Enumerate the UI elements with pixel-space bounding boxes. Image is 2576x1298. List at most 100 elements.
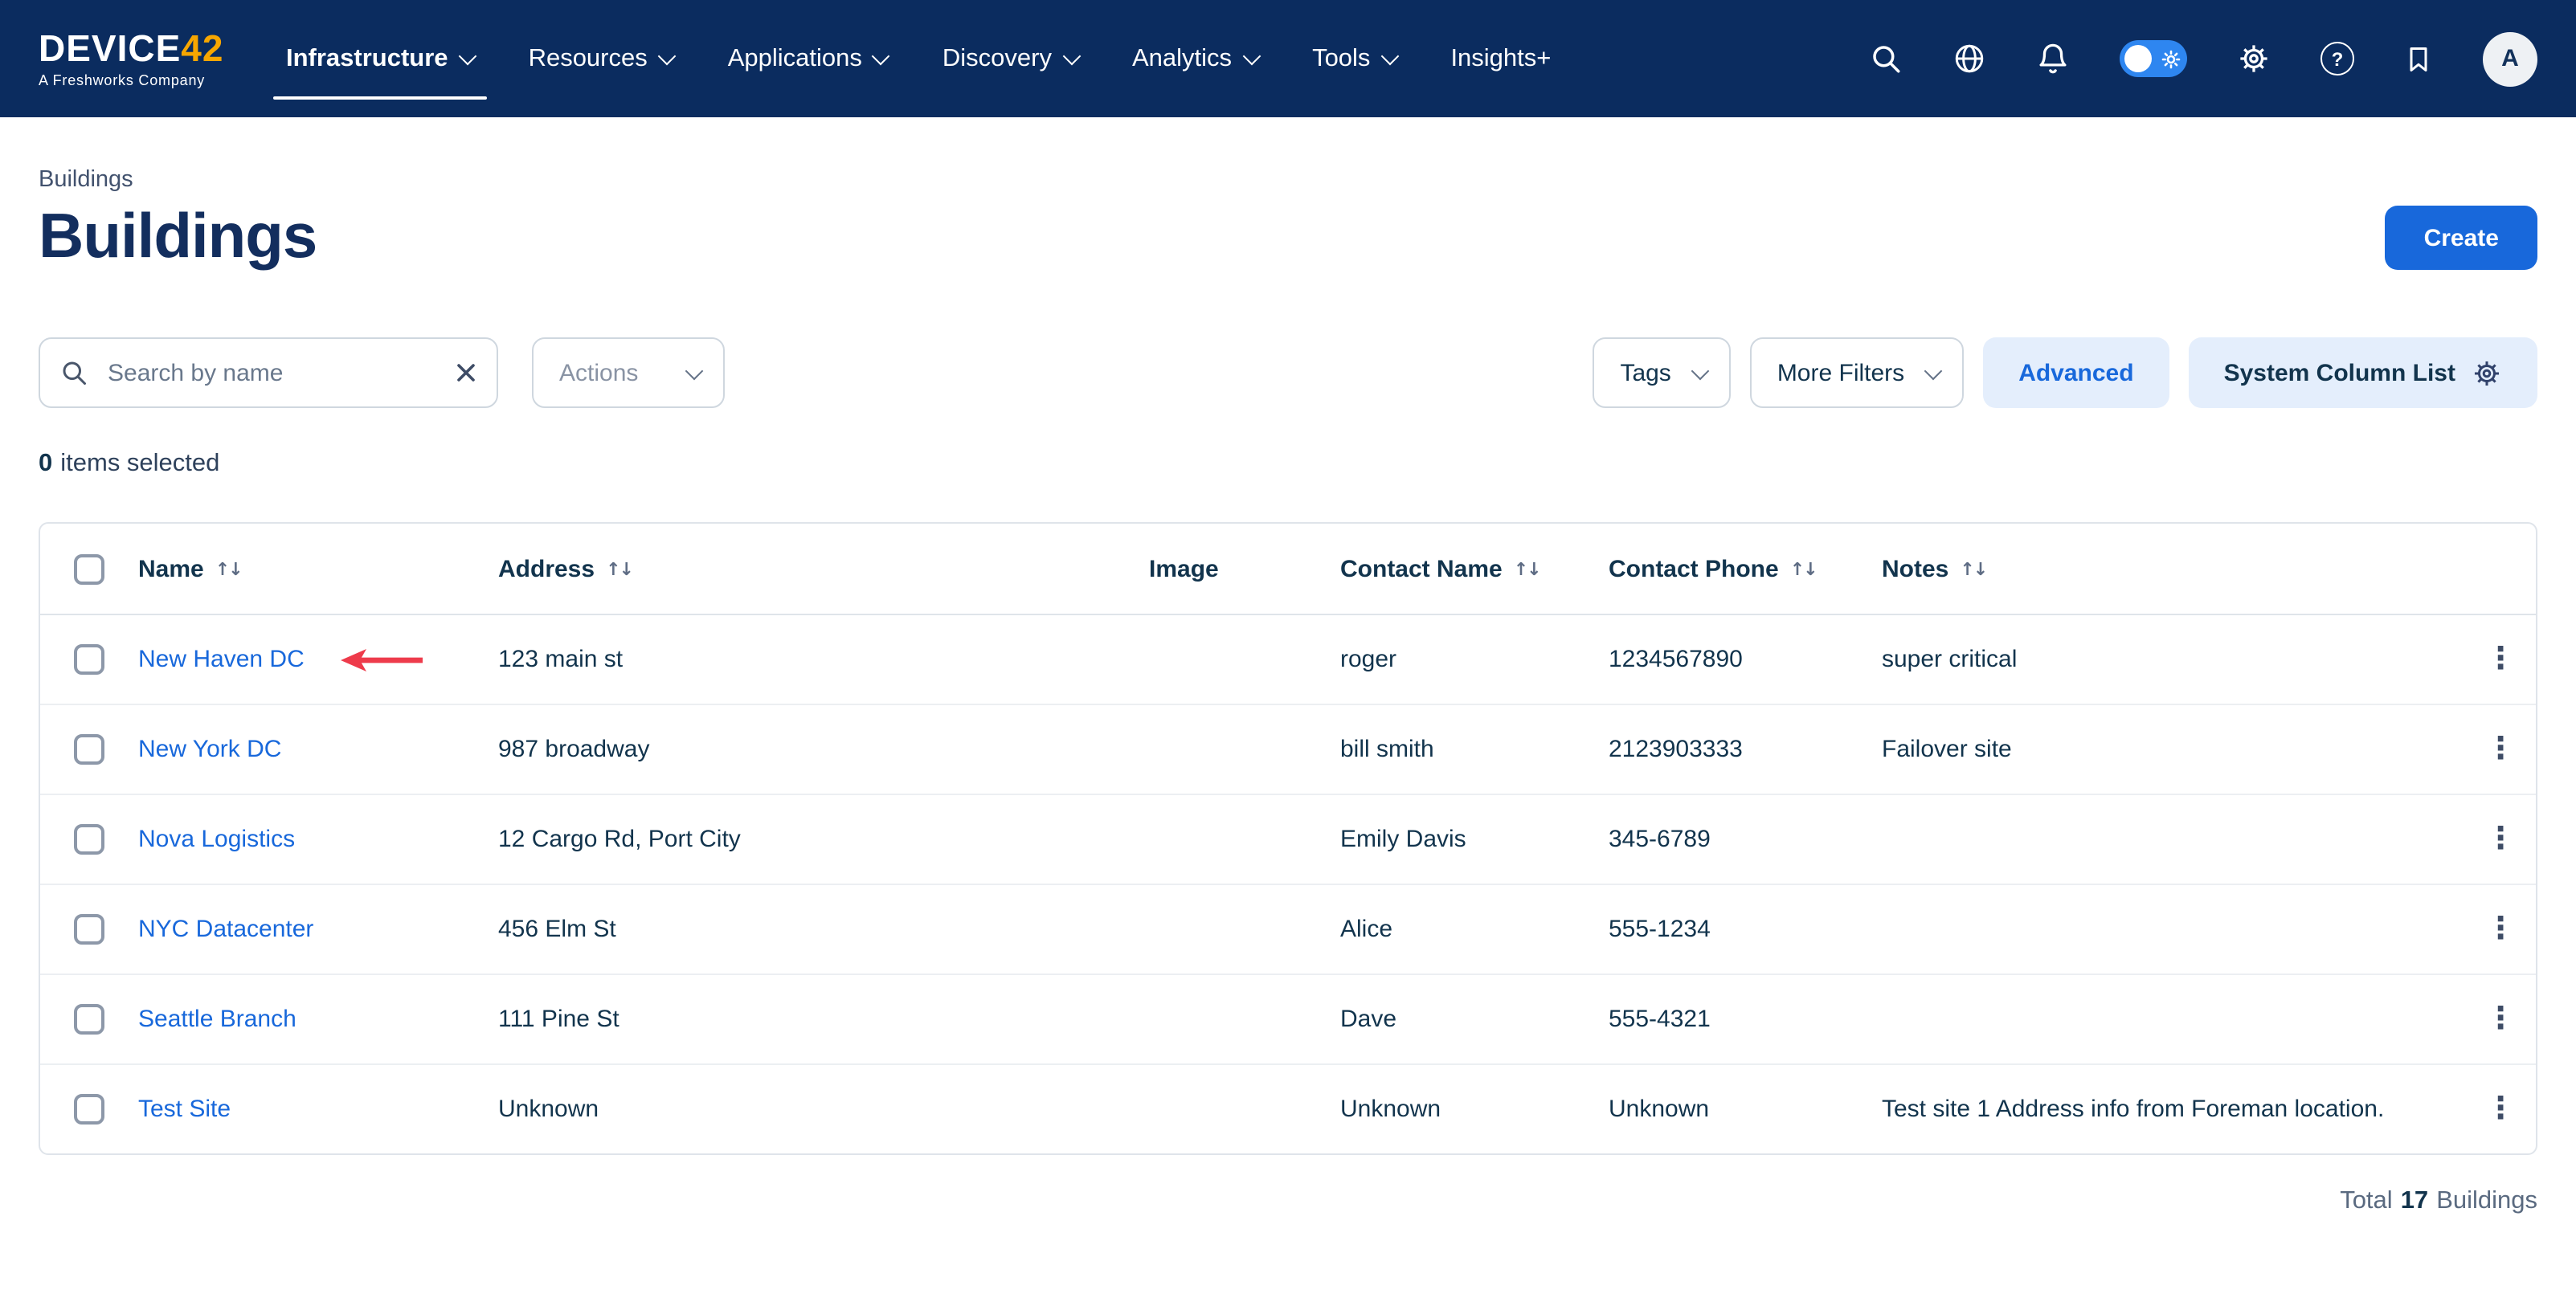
- total-entity: Buildings: [2436, 1187, 2537, 1216]
- row-checkbox-cell: [40, 1094, 138, 1125]
- search-input[interactable]: [104, 357, 439, 388]
- total-value: 17: [2401, 1187, 2429, 1216]
- column-header-notes[interactable]: Notes ↑↓: [1882, 555, 2465, 582]
- address-cell: 12 Cargo Rd, Port City: [498, 826, 1149, 853]
- tags-label: Tags: [1620, 359, 1670, 386]
- contact-phone-cell: 1234567890: [1609, 646, 1882, 673]
- row-checkbox[interactable]: [74, 1094, 104, 1125]
- search-icon[interactable]: [1869, 42, 1903, 76]
- nav-item-discovery[interactable]: Discovery: [942, 0, 1077, 117]
- sun-icon: [2161, 49, 2181, 68]
- chevron-down-icon: [1062, 47, 1081, 65]
- help-icon[interactable]: ?: [2320, 42, 2354, 76]
- nav-item-insights[interactable]: Insights+: [1450, 0, 1551, 117]
- primary-nav: Infrastructure Resources Applications Di…: [286, 0, 1551, 117]
- row-menu-button[interactable]: ⋮: [2485, 914, 2516, 945]
- selection-count-value: 0: [39, 450, 52, 479]
- contact-name-cell: Unknown: [1340, 1096, 1609, 1123]
- column-header-image[interactable]: Image: [1149, 555, 1340, 582]
- row-checkbox[interactable]: [74, 824, 104, 855]
- nav-item-tools[interactable]: Tools: [1312, 0, 1396, 117]
- row-checkbox-cell: [40, 914, 138, 945]
- chevron-down-icon: [685, 362, 704, 381]
- row-menu-cell: ⋮: [2465, 914, 2536, 945]
- column-header-contact-phone[interactable]: Contact Phone ↑↓: [1609, 555, 1882, 582]
- select-all-checkbox[interactable]: [74, 553, 104, 584]
- device42-logo[interactable]: DEVICE42 A Freshworks Company: [39, 30, 244, 88]
- row-menu-button[interactable]: ⋮: [2485, 1094, 2516, 1125]
- address-cell: 111 Pine St: [498, 1006, 1149, 1033]
- advanced-button[interactable]: Advanced: [1983, 337, 2169, 408]
- row-menu-cell: ⋮: [2465, 644, 2536, 675]
- sort-icon[interactable]: ↑↓: [1514, 558, 1540, 579]
- system-column-list-button[interactable]: System Column List: [2189, 337, 2537, 408]
- row-menu-button[interactable]: ⋮: [2485, 824, 2516, 855]
- logo-tagline: A Freshworks Company: [39, 71, 244, 88]
- nav-item-applications[interactable]: Applications: [728, 0, 888, 117]
- header-checkbox-cell: [40, 553, 138, 584]
- column-header-address[interactable]: Address ↑↓: [498, 555, 1149, 582]
- column-header-contact-name[interactable]: Contact Name ↑↓: [1340, 555, 1609, 582]
- notes-cell: Test site 1 Address info from Foreman lo…: [1882, 1096, 2465, 1123]
- building-name-link[interactable]: Test Site: [138, 1096, 231, 1123]
- total-count: Total 17 Buildings: [39, 1187, 2537, 1216]
- question-mark: ?: [2320, 42, 2354, 76]
- notifications-bell-icon[interactable]: [2036, 42, 2070, 76]
- notes-cell: Failover site: [1882, 736, 2465, 763]
- row-checkbox[interactable]: [74, 734, 104, 765]
- create-button[interactable]: Create: [2386, 206, 2537, 270]
- system-column-list-label: System Column List: [2224, 359, 2455, 386]
- tags-dropdown[interactable]: Tags: [1593, 337, 1730, 408]
- building-name-link[interactable]: Nova Logistics: [138, 826, 295, 853]
- row-menu-button[interactable]: ⋮: [2485, 734, 2516, 765]
- sort-icon[interactable]: ↑↓: [1790, 558, 1817, 579]
- building-name-link[interactable]: Seattle Branch: [138, 1006, 296, 1033]
- sort-icon[interactable]: ↑↓: [215, 558, 242, 579]
- chevron-down-icon: [1380, 47, 1399, 65]
- selection-count: 0 items selected: [39, 450, 2537, 479]
- building-name-link[interactable]: New York DC: [138, 736, 281, 763]
- column-header-name[interactable]: Name ↑↓: [138, 555, 498, 582]
- sort-icon[interactable]: ↑↓: [1960, 558, 1986, 579]
- sort-icon[interactable]: ↑↓: [606, 558, 632, 579]
- row-menu-button[interactable]: ⋮: [2485, 644, 2516, 675]
- table-row: Seattle Branch 111 Pine St Dave 555-4321…: [40, 975, 2536, 1065]
- selection-count-suffix: items selected: [60, 450, 219, 479]
- row-checkbox[interactable]: [74, 914, 104, 945]
- contact-name-cell: Dave: [1340, 1006, 1609, 1033]
- breadcrumb[interactable]: Buildings: [39, 167, 133, 193]
- notes-cell: super critical: [1882, 646, 2465, 673]
- contact-phone-cell: 555-4321: [1609, 1006, 1882, 1033]
- nav-item-resources[interactable]: Resources: [529, 0, 673, 117]
- row-menu-button[interactable]: ⋮: [2485, 1004, 2516, 1035]
- user-avatar[interactable]: A: [2483, 31, 2537, 86]
- total-label: Total: [2340, 1187, 2393, 1216]
- actions-label: Actions: [559, 359, 638, 386]
- settings-gear-icon[interactable]: [2237, 42, 2271, 76]
- actions-dropdown[interactable]: Actions: [532, 337, 725, 408]
- name-cell: Nova Logistics: [138, 826, 498, 853]
- name-cell: Test Site: [138, 1096, 498, 1123]
- building-name-link[interactable]: New Haven DC: [138, 646, 305, 673]
- nav-item-analytics[interactable]: Analytics: [1132, 0, 1257, 117]
- chevron-down-icon: [458, 47, 476, 65]
- contact-phone-cell: Unknown: [1609, 1096, 1882, 1123]
- annotation-arrow: [340, 647, 427, 672]
- table-row: New Haven DC 123 main st roger 123456789…: [40, 615, 2536, 705]
- nav-item-infrastructure[interactable]: Infrastructure: [286, 0, 474, 117]
- globe-icon[interactable]: [1952, 42, 1986, 76]
- chevron-down-icon: [873, 47, 891, 65]
- bookmark-icon[interactable]: [2404, 43, 2433, 75]
- building-name-link[interactable]: NYC Datacenter: [138, 916, 313, 943]
- row-checkbox-cell: [40, 824, 138, 855]
- navbar-actions: ? A: [1869, 31, 2537, 86]
- theme-toggle[interactable]: [2120, 40, 2187, 77]
- clear-search-icon[interactable]: [455, 361, 477, 384]
- more-filters-dropdown[interactable]: More Filters: [1750, 337, 1964, 408]
- name-cell: Seattle Branch: [138, 1006, 498, 1033]
- row-checkbox[interactable]: [74, 644, 104, 675]
- contact-phone-cell: 345-6789: [1609, 826, 1882, 853]
- row-menu-cell: ⋮: [2465, 1094, 2536, 1125]
- row-checkbox[interactable]: [74, 1004, 104, 1035]
- table-body: New Haven DC 123 main st roger 123456789…: [40, 615, 2536, 1153]
